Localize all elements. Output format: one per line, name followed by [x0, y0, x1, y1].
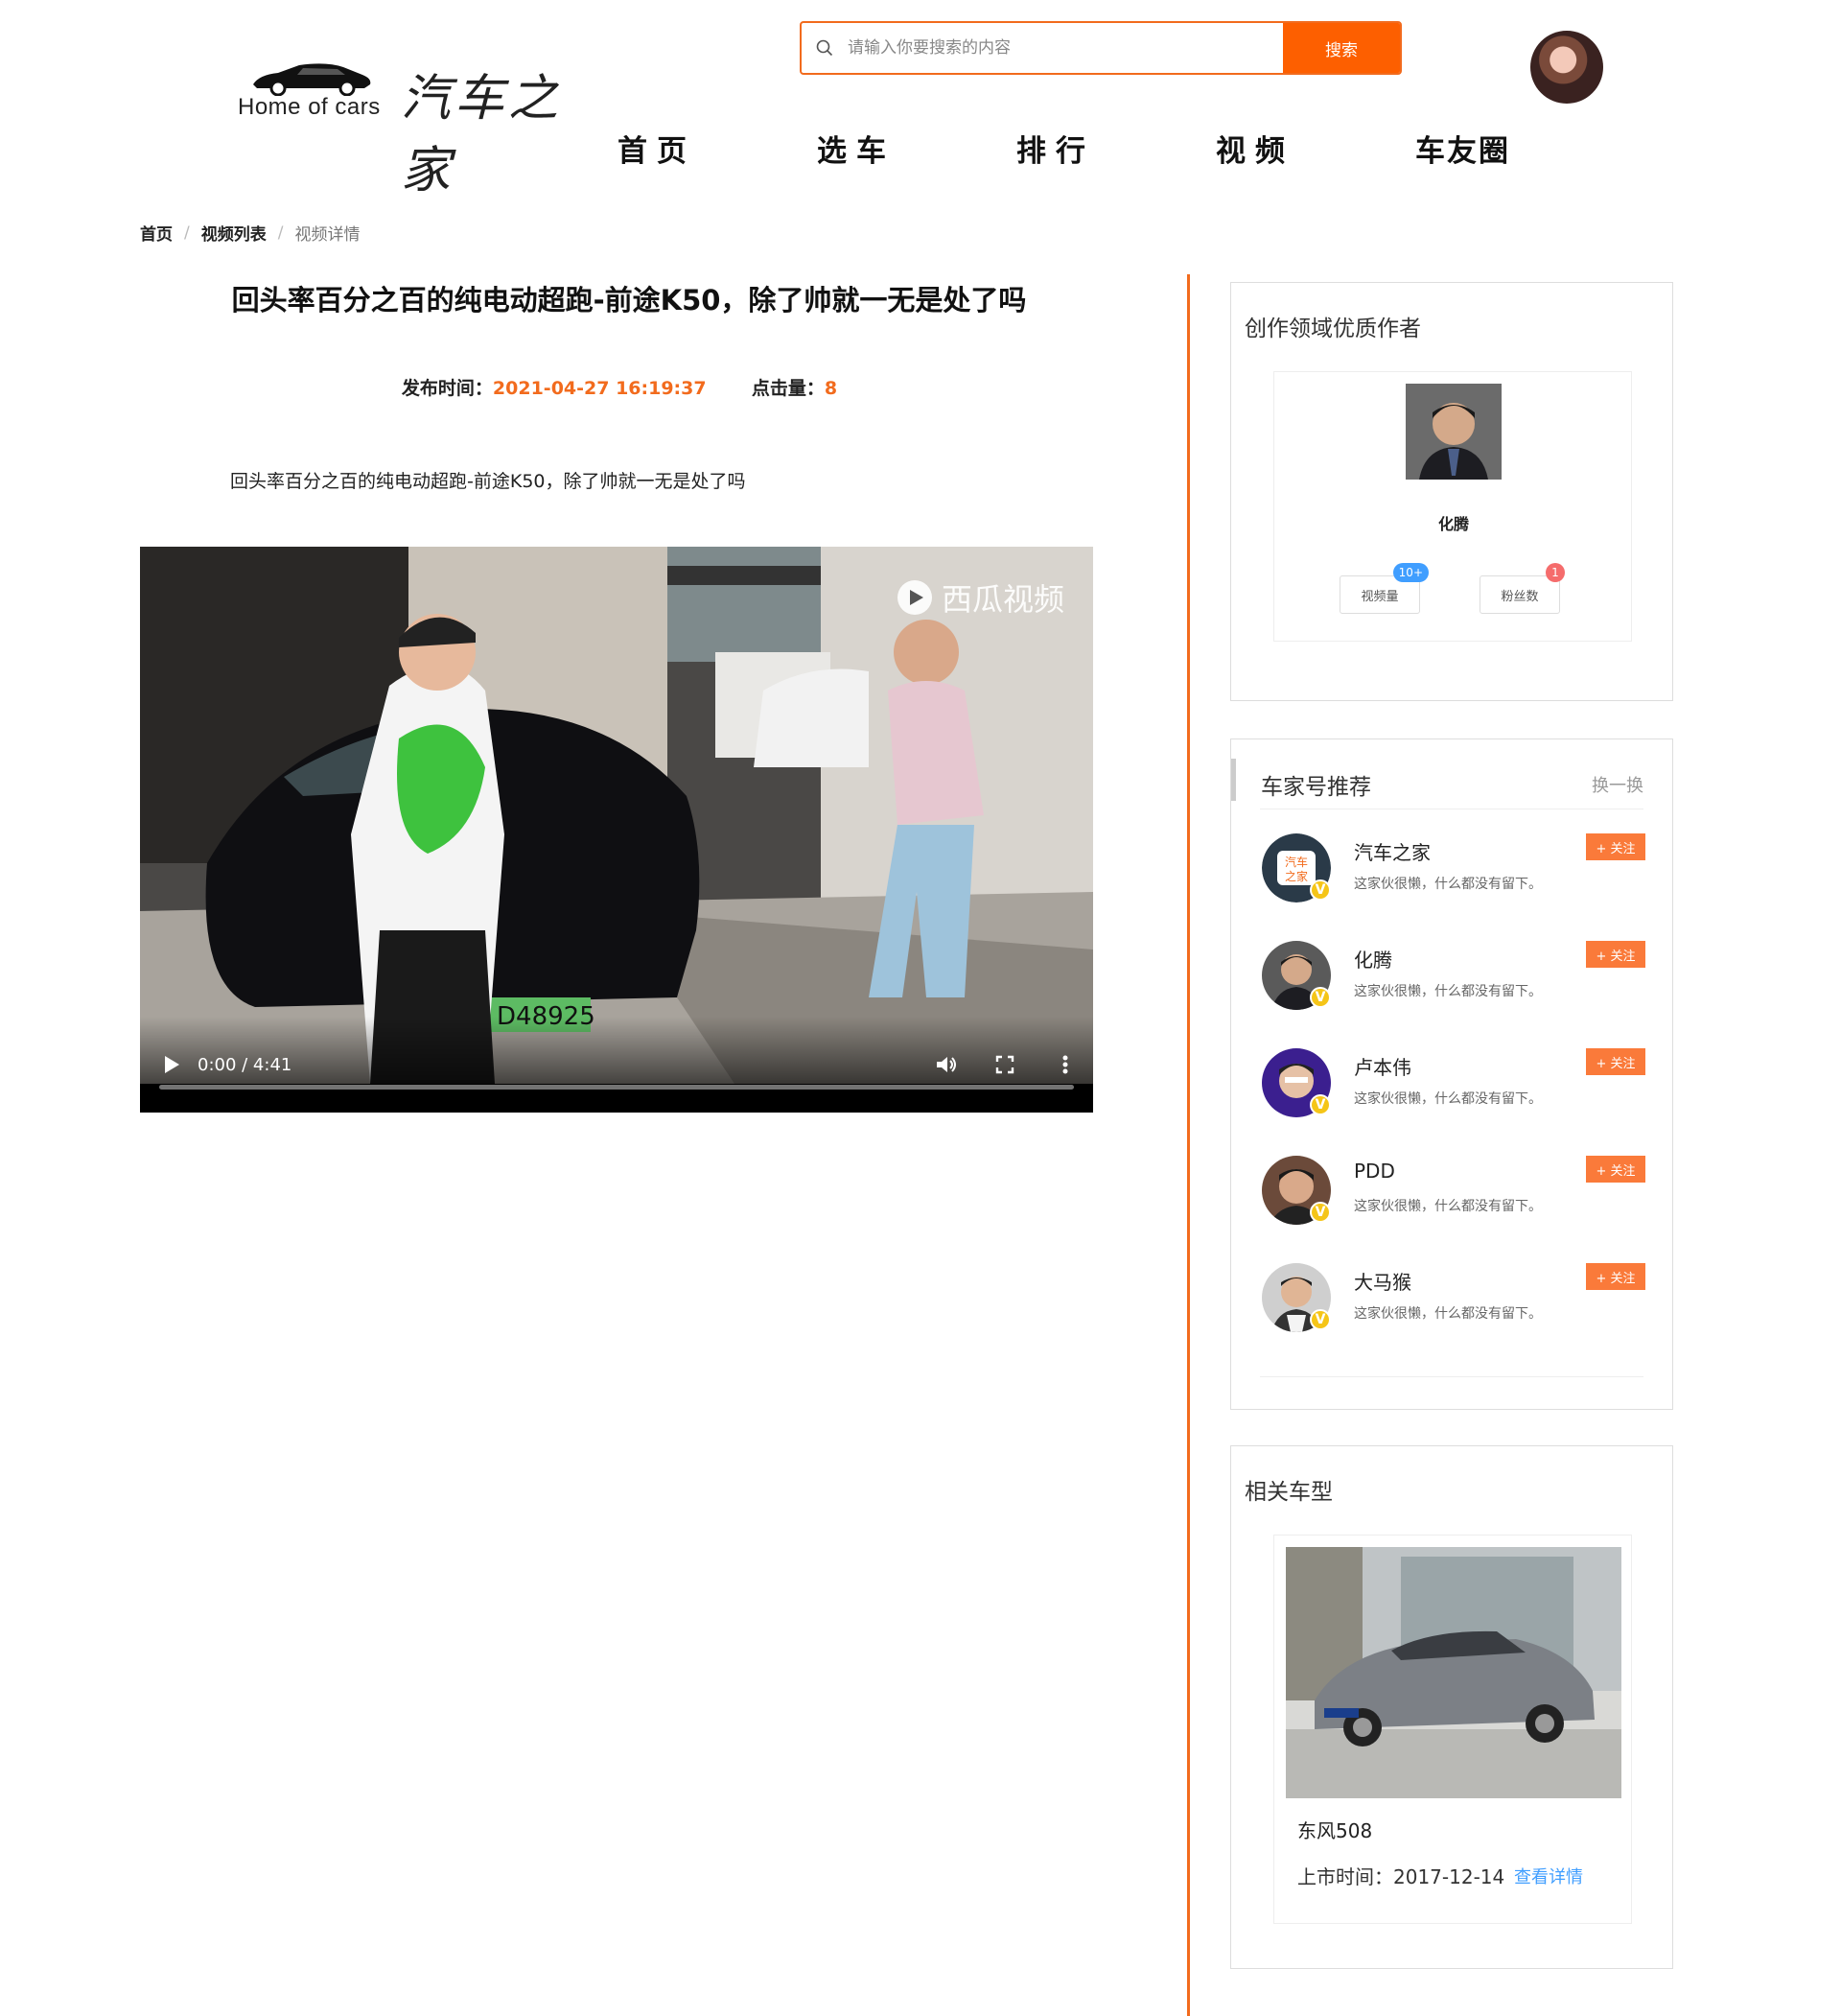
- svg-text:之家: 之家: [1285, 869, 1308, 883]
- list-item: V PDD 这家伙很懒，什么都没有留下。 + 关注: [1262, 1156, 1645, 1242]
- video-time: 0:00 / 4:41: [198, 1055, 292, 1075]
- publish-time-value: 2021-04-27 16:19:37: [492, 378, 707, 399]
- list-item: 汽车 之家 V 汽车之家 这家伙很懒，什么都没有留下。 + 关注: [1262, 833, 1645, 920]
- author-photo[interactable]: [1406, 384, 1502, 480]
- search-button[interactable]: 搜索: [1283, 23, 1400, 73]
- volume-icon[interactable]: [934, 1053, 959, 1076]
- recommend-title: 车家号推荐: [1261, 775, 1371, 800]
- breadcrumb-separator: /: [184, 223, 190, 243]
- recommend-bio: 这家伙很懒，什么都没有留下。: [1354, 1091, 1542, 1107]
- logo-english-text: Home of cars: [238, 94, 381, 120]
- video-controls: 0:00 / 4:41: [140, 1017, 1093, 1113]
- author-card-title: 创作领域优质作者: [1245, 316, 1421, 341]
- fans-count-label: 粉丝数: [1501, 589, 1539, 604]
- breadcrumb-separator: /: [277, 223, 284, 243]
- recommend-name[interactable]: PDD: [1354, 1160, 1395, 1183]
- verified-icon: V: [1310, 879, 1331, 901]
- watermark-text: 西瓜视频: [941, 581, 1064, 618]
- video-player[interactable]: D48925 西瓜视频 0:00 / 4:41: [140, 547, 1093, 1113]
- model-release-date: 上市时间：2017-12-14: [1297, 1862, 1504, 1889]
- publish-time-label: 发布时间：: [401, 378, 493, 399]
- fans-count-badge: 1: [1546, 563, 1565, 582]
- list-item: V 卢本伟 这家伙很懒，什么都没有留下。 + 关注: [1262, 1048, 1645, 1135]
- video-count-label: 视频量: [1361, 589, 1399, 604]
- author-name: 化腾: [1437, 515, 1469, 533]
- article-meta: 发布时间：2021-04-27 16:19:37 点击量：8: [140, 374, 1099, 400]
- recommend-bio: 这家伙很懒，什么都没有留下。: [1354, 1199, 1542, 1214]
- nav-item-choose-car[interactable]: 选车: [817, 127, 896, 170]
- car-logo-icon: [253, 63, 371, 96]
- recommend-name[interactable]: 汽车之家: [1354, 837, 1431, 865]
- verified-icon: V: [1310, 987, 1331, 1008]
- follow-button[interactable]: + 关注: [1586, 1156, 1645, 1183]
- recommend-name[interactable]: 大马猴: [1354, 1267, 1411, 1295]
- main-nav: 首页 选车 排行 视频 车友圈: [0, 127, 1841, 175]
- nav-item-community[interactable]: 车友圈: [1415, 127, 1510, 170]
- recommend-card: 车家号推荐 换一换 汽车 之家 V 汽车之家 这家伙很懒，什么都没有留下。 + 关…: [1230, 738, 1673, 1410]
- clicks-label: 点击量：: [751, 378, 825, 399]
- play-icon[interactable]: [161, 1053, 182, 1076]
- svg-text:汽车: 汽车: [1285, 855, 1308, 869]
- site-logo[interactable]: Home of cars 汽车之家: [238, 58, 612, 199]
- breadcrumb-current: 视频详情: [294, 225, 361, 245]
- search-input[interactable]: [848, 23, 1283, 73]
- model-item: 东风508 上市时间：2017-12-14 查看详情: [1273, 1535, 1632, 1924]
- xigua-logo-icon: [897, 580, 932, 615]
- verified-icon: V: [1310, 1309, 1331, 1330]
- breadcrumb: 首页 / 视频列表 / 视频详情: [140, 221, 361, 246]
- video-frame-image: D48925: [140, 547, 1093, 1084]
- nav-item-ranking[interactable]: 排行: [1016, 127, 1095, 170]
- clicks-value: 8: [824, 378, 838, 399]
- refresh-button[interactable]: 换一换: [1592, 772, 1643, 797]
- follow-button[interactable]: + 关注: [1586, 1048, 1645, 1075]
- view-details-link[interactable]: 查看详情: [1514, 1864, 1583, 1888]
- model-name: 东风508: [1297, 1819, 1373, 1842]
- fullscreen-icon[interactable]: [993, 1053, 1016, 1076]
- search-bar: 搜索: [800, 21, 1402, 75]
- release-date-value: 2017-12-14: [1393, 1865, 1505, 1888]
- search-icon: [802, 23, 848, 73]
- author-card: 创作领域优质作者 化腾 视频量 10+ 粉丝数 1: [1230, 282, 1673, 701]
- author-profile: 化腾 视频量 10+ 粉丝数 1: [1273, 371, 1632, 642]
- follow-button[interactable]: + 关注: [1586, 941, 1645, 968]
- nav-item-home[interactable]: 首页: [618, 127, 696, 170]
- verified-icon: V: [1310, 1094, 1331, 1115]
- divider: [1260, 1376, 1643, 1377]
- recommend-bio: 这家伙很懒，什么都没有留下。: [1354, 984, 1542, 999]
- user-avatar[interactable]: [1530, 31, 1603, 104]
- article-description: 回头率百分之百的纯电动超跑-前途K50，除了帅就一无是处了吗: [230, 471, 746, 492]
- related-model-title: 相关车型: [1245, 1480, 1333, 1505]
- article-main: 回头率百分之百的纯电动超跑-前途K50，除了帅就一无是处了吗 发布时间：2021…: [140, 278, 1099, 1113]
- article-title: 回头率百分之百的纯电动超跑-前途K50，除了帅就一无是处了吗: [231, 284, 1027, 316]
- breadcrumb-home[interactable]: 首页: [140, 221, 173, 245]
- list-item: V 化腾 这家伙很懒，什么都没有留下。 + 关注: [1262, 941, 1645, 1027]
- follow-button[interactable]: + 关注: [1586, 833, 1645, 860]
- release-date-label: 上市时间：: [1297, 1865, 1393, 1888]
- video-progress-bar[interactable]: [159, 1085, 1074, 1090]
- video-count-button[interactable]: 视频量 10+: [1340, 563, 1429, 614]
- video-watermark: 西瓜视频: [896, 575, 1064, 620]
- follow-button[interactable]: + 关注: [1586, 1263, 1645, 1290]
- recommend-bio: 这家伙很懒，什么都没有留下。: [1354, 877, 1542, 892]
- breadcrumb-video-list[interactable]: 视频列表: [201, 221, 267, 245]
- recommend-bio: 这家伙很懒，什么都没有留下。: [1354, 1306, 1542, 1322]
- video-count-badge: 10+: [1392, 563, 1429, 582]
- fans-count-button[interactable]: 粉丝数 1: [1480, 563, 1565, 614]
- related-model-card: 相关车型 东风508 上市时间：2017-12-14 查看详情: [1230, 1445, 1673, 1969]
- recommend-name[interactable]: 化腾: [1354, 945, 1392, 973]
- list-item: V 大马猴 这家伙很懒，什么都没有留下。 + 关注: [1262, 1263, 1645, 1349]
- verified-icon: V: [1310, 1202, 1331, 1223]
- recommend-name[interactable]: 卢本伟: [1354, 1052, 1411, 1080]
- nav-item-video[interactable]: 视频: [1216, 127, 1294, 170]
- recommend-header: 车家号推荐 换一换: [1231, 759, 1643, 801]
- model-image[interactable]: [1286, 1547, 1621, 1798]
- more-options-icon[interactable]: [1060, 1053, 1070, 1076]
- content-divider: [1187, 274, 1190, 2016]
